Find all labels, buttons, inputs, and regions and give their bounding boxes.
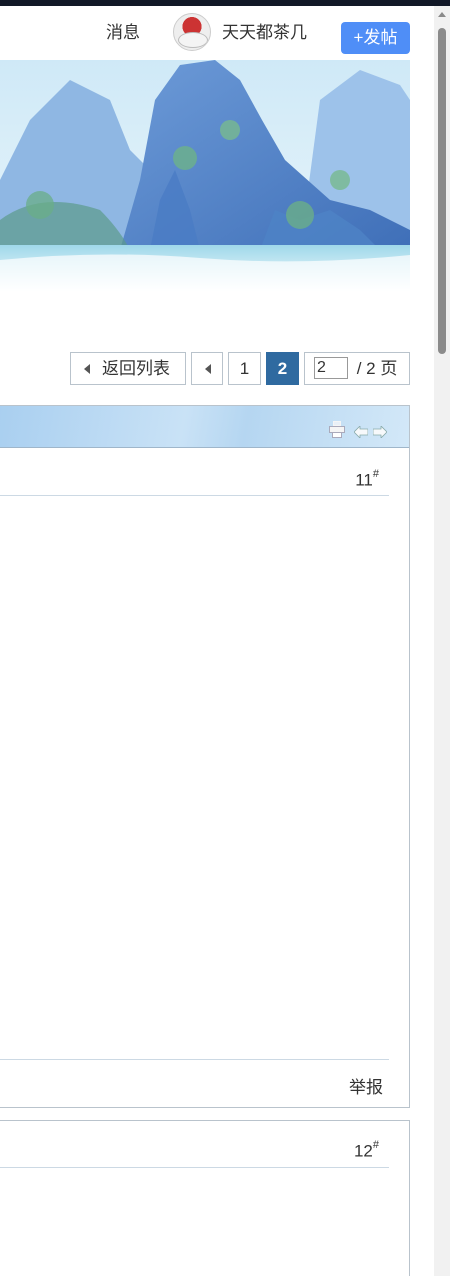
header-banner-image bbox=[0, 60, 410, 292]
divider bbox=[0, 495, 389, 496]
avatar[interactable] bbox=[173, 13, 211, 51]
previous-page-button[interactable] bbox=[191, 352, 223, 385]
page-1-link[interactable]: 1 bbox=[228, 352, 261, 385]
post-toolbar bbox=[0, 406, 409, 448]
floor-number-value: 12 bbox=[353, 1141, 373, 1161]
page-jump: / 2 页 bbox=[304, 352, 410, 385]
caret-left-icon bbox=[84, 364, 90, 374]
page-number-input[interactable] bbox=[314, 357, 348, 380]
caret-left-icon bbox=[205, 364, 211, 374]
print-icon[interactable] bbox=[329, 421, 345, 438]
landscape-illustration bbox=[0, 60, 410, 292]
avatar-figure bbox=[178, 32, 208, 48]
page-total-label: / 2 页 bbox=[356, 359, 398, 378]
scrollbar-thumb[interactable] bbox=[438, 28, 446, 354]
divider bbox=[0, 1167, 389, 1168]
scroll-up-arrow-icon[interactable] bbox=[438, 12, 446, 17]
post-floor-11: 11# 举报 bbox=[0, 405, 410, 1108]
username-link[interactable]: 天天都茶几 bbox=[222, 22, 307, 44]
new-post-button[interactable]: +发帖 bbox=[341, 22, 410, 54]
report-link[interactable]: 举报 bbox=[349, 1073, 383, 1098]
page-2-current: 2 bbox=[266, 352, 299, 385]
arrow-right-icon[interactable] bbox=[373, 426, 387, 438]
floor-mark: # bbox=[372, 468, 379, 480]
back-to-list-button[interactable]: 返回列表 bbox=[70, 352, 186, 385]
floor-number-value: 11 bbox=[355, 470, 373, 490]
floor-number: 11# bbox=[355, 468, 379, 491]
arrow-left-icon[interactable] bbox=[354, 426, 368, 438]
divider bbox=[0, 1059, 389, 1060]
floor-mark: # bbox=[372, 1139, 379, 1151]
site-header: 消息 天天都茶几 +发帖 bbox=[0, 6, 434, 60]
floor-number: 12# bbox=[353, 1139, 379, 1162]
back-to-list-label: 返回列表 bbox=[102, 359, 170, 378]
scrollbar[interactable] bbox=[434, 6, 450, 1276]
post-floor-12: 12# bbox=[0, 1120, 410, 1276]
messages-link[interactable]: 消息 bbox=[106, 22, 140, 44]
